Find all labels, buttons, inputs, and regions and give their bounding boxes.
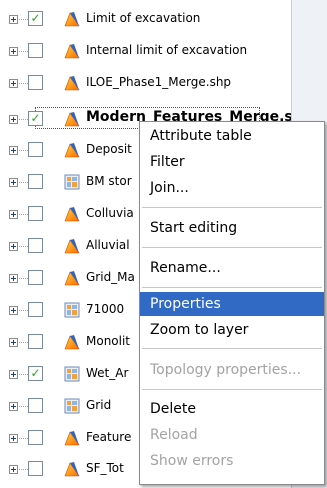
tree-connector (19, 182, 28, 183)
layer-visibility-checkbox[interactable] (28, 142, 43, 157)
layer-visibility-checkbox[interactable] (28, 334, 43, 349)
tree-connector (19, 246, 28, 247)
tree-connector (19, 83, 28, 84)
tree-connector (19, 214, 28, 215)
layer-label: Limit of excavation (86, 11, 201, 25)
menu-item-join[interactable]: Join... (140, 176, 324, 200)
menu-separator (142, 389, 322, 390)
layer-label: Colluvia (86, 206, 134, 220)
menu-item-rename[interactable]: Rename... (140, 256, 324, 280)
polygon-layer-icon (64, 112, 80, 127)
expand-icon[interactable] (9, 79, 18, 88)
layer-label: 71000 (86, 302, 125, 316)
layer-label: BM stor (86, 174, 132, 188)
menu-item-properties[interactable]: Properties (140, 292, 324, 316)
expand-icon[interactable] (9, 210, 18, 219)
layer-visibility-checkbox[interactable] (28, 430, 43, 445)
polygon-layer-icon (64, 271, 80, 286)
polygon-layer-icon (64, 207, 80, 222)
expand-icon[interactable] (9, 338, 18, 347)
layer-visibility-checkbox[interactable] (28, 461, 43, 476)
layer-visibility-checkbox[interactable] (28, 398, 43, 413)
tree-connector (19, 119, 28, 120)
expand-icon[interactable] (9, 274, 18, 283)
layer-visibility-checkbox[interactable] (28, 43, 43, 58)
polygon-layer-icon (64, 335, 80, 350)
tree-connector (19, 374, 28, 375)
layer-label: Internal limit of excavation (86, 43, 248, 57)
tree-connector (19, 51, 28, 52)
raster-layer-icon (64, 174, 80, 190)
expand-icon[interactable] (9, 178, 18, 187)
layer-label: Grid (86, 398, 112, 412)
layer-label: Alluvial (86, 238, 130, 252)
expand-icon[interactable] (9, 47, 18, 56)
expand-icon[interactable] (9, 146, 18, 155)
expand-icon[interactable] (9, 434, 18, 443)
layer-visibility-checkbox[interactable] (28, 270, 43, 285)
menu-item-reload: Reload (150, 427, 198, 443)
raster-layer-icon (64, 398, 80, 414)
polygon-layer-icon (64, 431, 80, 446)
expand-icon[interactable] (9, 115, 18, 124)
layer-label: SF_Tot (86, 461, 124, 475)
menu-item-show-errors: Show errors (150, 453, 234, 469)
layer-visibility-checkbox[interactable]: ✓ (28, 111, 43, 126)
polygon-layer-icon (64, 76, 80, 91)
layer-row-internal-limit[interactable]: Internal limit of excavation (0, 39, 290, 65)
layer-row-iloe-phase1[interactable]: ILOE_Phase1_Merge.shp (0, 71, 290, 97)
layer-visibility-checkbox[interactable] (28, 302, 43, 317)
layer-visibility-checkbox[interactable]: ✓ (28, 366, 43, 381)
polygon-layer-icon (64, 12, 80, 27)
menu-item-delete[interactable]: Delete (140, 397, 324, 421)
layer-visibility-checkbox[interactable] (28, 206, 43, 221)
tree-connector (19, 310, 28, 311)
layer-label: Feature (86, 430, 132, 444)
polygon-layer-icon (64, 143, 80, 158)
tree-connector (19, 278, 28, 279)
layer-label: ILOE_Phase1_Merge.shp (86, 75, 232, 89)
expand-icon[interactable] (9, 370, 18, 379)
menu-separator (142, 287, 322, 288)
tree-connector (19, 469, 28, 470)
expand-icon[interactable] (9, 242, 18, 251)
layer-visibility-checkbox[interactable]: ✓ (28, 11, 43, 26)
tree-connector (19, 150, 28, 151)
layer-label: Deposit (86, 142, 132, 156)
layer-label: Wet_Ar (86, 366, 129, 380)
menu-item-topology-properties: Topology properties... (150, 362, 302, 378)
layer-visibility-checkbox[interactable] (28, 174, 43, 189)
expand-icon[interactable] (9, 15, 18, 24)
layer-label: Monolit (86, 334, 131, 348)
polygon-layer-icon (64, 239, 80, 254)
menu-separator (142, 348, 322, 349)
tree-connector (19, 342, 28, 343)
tree-connector (19, 19, 28, 20)
menu-item-filter[interactable]: Filter (140, 150, 324, 174)
raster-layer-icon (64, 302, 80, 318)
layer-visibility-checkbox[interactable] (28, 238, 43, 253)
expand-icon[interactable] (9, 465, 18, 474)
menu-item-zoom-to-layer[interactable]: Zoom to layer (140, 318, 324, 342)
menu-item-start-editing[interactable]: Start editing (140, 216, 324, 240)
expand-icon[interactable] (9, 306, 18, 315)
menu-separator (142, 207, 322, 208)
tree-connector (19, 438, 28, 439)
layer-row-limit-of-excavation[interactable]: ✓ Limit of excavation (0, 7, 290, 33)
menu-separator (142, 247, 322, 248)
layer-context-menu: Attribute table Filter Join... Start edi… (139, 121, 325, 485)
tree-connector (19, 406, 28, 407)
expand-icon[interactable] (9, 402, 18, 411)
menu-item-attribute-table[interactable]: Attribute table (140, 124, 324, 148)
raster-layer-icon (64, 366, 80, 382)
polygon-layer-icon (64, 462, 80, 477)
polygon-layer-icon (64, 44, 80, 59)
layer-visibility-checkbox[interactable] (28, 75, 43, 90)
layer-label: Grid_Ma (86, 270, 135, 284)
